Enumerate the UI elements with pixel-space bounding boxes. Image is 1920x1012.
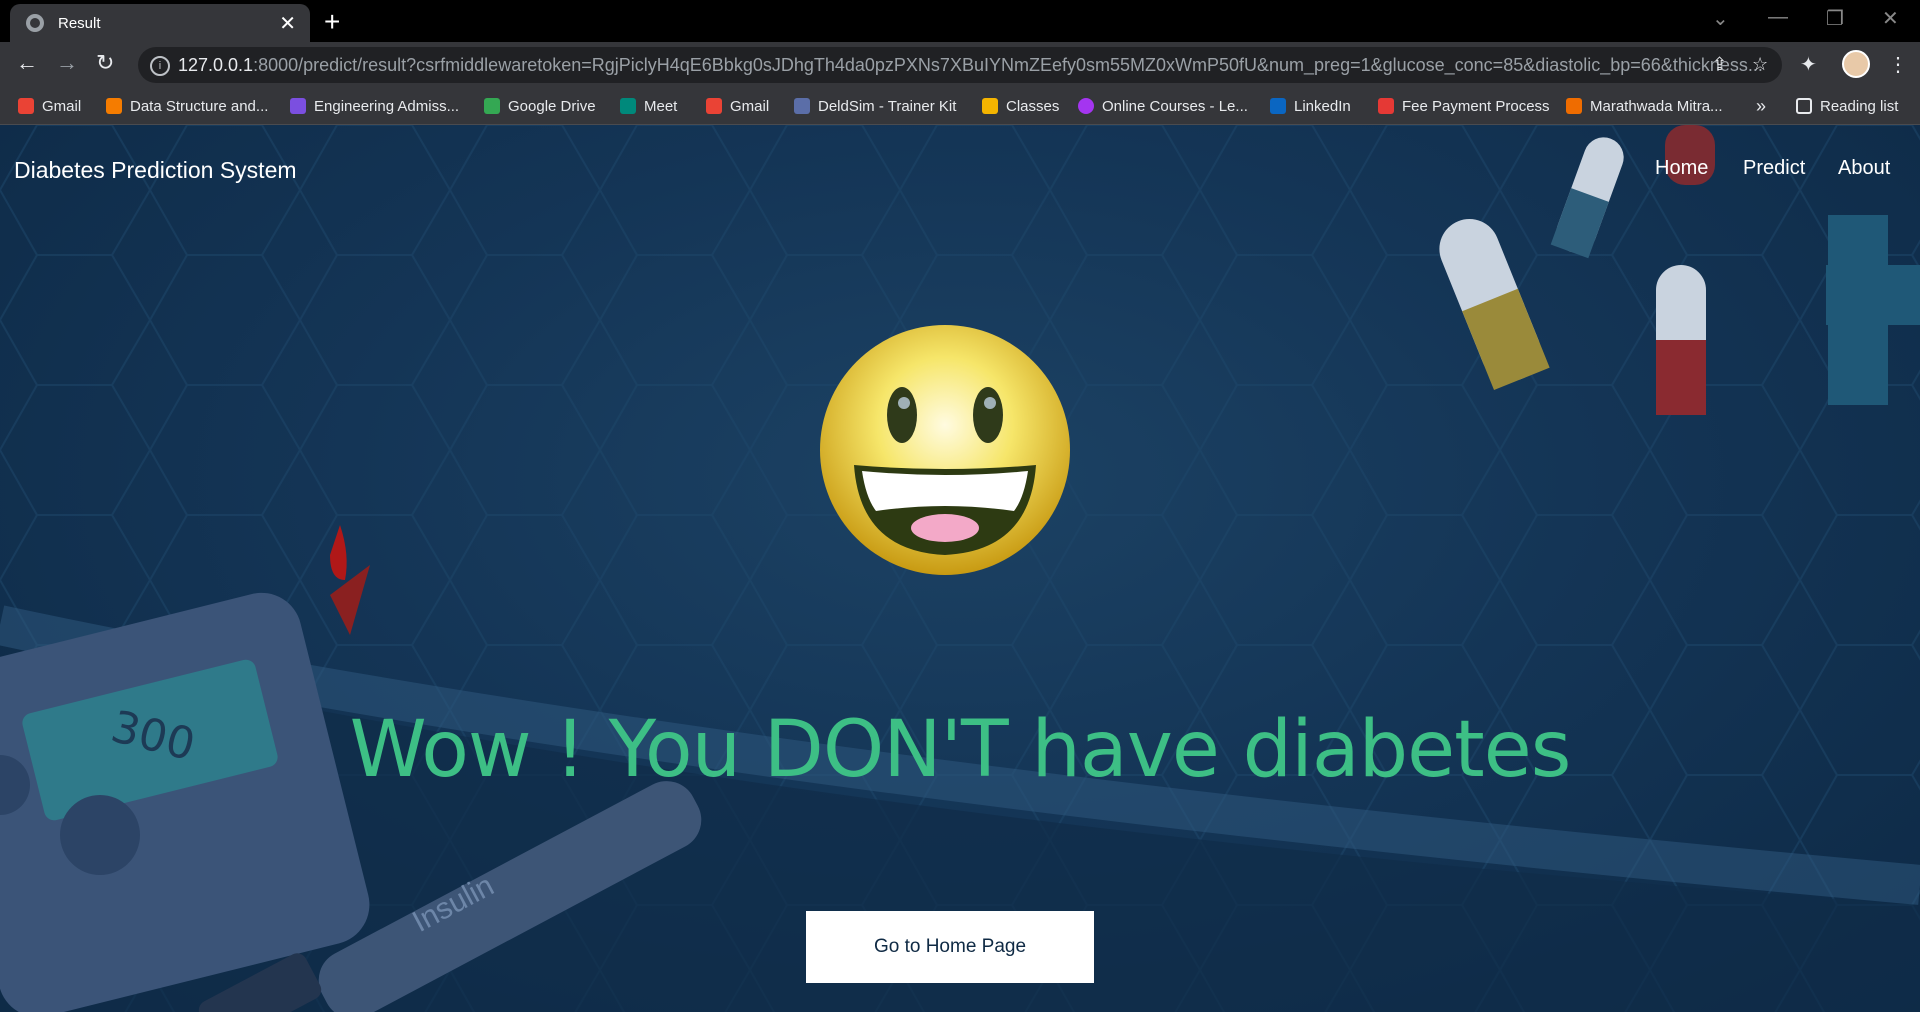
bookmark-label: Data Structure and... [130,97,269,115]
udemy-icon [1078,98,1094,114]
reload-button[interactable]: ↻ [96,50,114,76]
bookmarks-overflow-button[interactable]: » [1756,88,1766,124]
document-icon [1378,98,1394,114]
browser-tab[interactable]: Result ✕ [10,4,310,42]
site-info-icon[interactable]: i [150,56,170,76]
list-icon [290,98,306,114]
go-to-home-button[interactable]: Go to Home Page [806,911,1094,983]
bookmark-label: LinkedIn [1294,97,1351,115]
close-window-icon[interactable]: ✕ [1882,6,1899,31]
drive-icon [484,98,500,114]
bookmark-label: Meet [644,97,678,115]
blogger-icon [106,98,122,114]
tab-strip: Result ✕ + ⌄ — ❐ ✕ [0,0,1920,42]
bookmark-linkedin[interactable]: LinkedIn [1270,88,1351,124]
bookmark-star-icon[interactable]: ☆ [1752,54,1768,75]
bookmark-label: Online Courses - Le... [1102,97,1248,115]
bookmark-label: Gmail [42,97,82,115]
nav-about[interactable]: About [1838,157,1890,180]
deldsim-icon [794,98,810,114]
menu-icon[interactable]: ⋮ [1888,52,1908,77]
bookmark-label: Gmail [730,97,770,115]
forward-button[interactable]: → [56,50,78,76]
bookmark-data-structure[interactable]: Data Structure and... [106,88,268,124]
profile-avatar[interactable] [1842,50,1870,78]
bookmark-google-drive[interactable]: Google Drive [484,88,596,124]
back-button[interactable]: ← [16,50,38,76]
bookmark-label: DeldSim - Trainer Kit [818,97,957,115]
bookmark-fee-payment[interactable]: Fee Payment Process [1378,88,1550,124]
reading-list-button[interactable]: Reading list [1796,88,1898,124]
nav-predict[interactable]: Predict [1743,157,1805,180]
tab-search-icon[interactable]: ⌄ [1712,6,1729,31]
globe-icon [26,14,44,32]
bookmark-marathwada[interactable]: Marathwada Mitra... [1566,88,1723,124]
reading-list-label: Reading list [1820,97,1899,115]
new-tab-button[interactable]: + [324,6,340,38]
bookmark-deldsim[interactable]: DeldSim - Trainer Kit [794,88,956,124]
mitra-icon [1566,98,1582,114]
bookmark-label: Marathwada Mitra... [1590,97,1723,115]
browser-toolbar: ← → ↻ i 127.0.0.1:8000/predict/result?cs… [0,42,1920,88]
share-icon[interactable]: ⇪ [1712,54,1727,75]
bookmarks-bar: Gmail Data Structure and... Engineering … [0,88,1920,125]
reading-list-icon [1796,98,1812,114]
bookmark-online-courses[interactable]: Online Courses - Le... [1078,88,1248,124]
result-headline: Wow ! You DON'T have diabetes [349,705,1572,795]
address-bar[interactable]: i 127.0.0.1:8000/predict/result?csrfmidd… [138,47,1782,83]
url-host: 127.0.0.1 [178,55,254,75]
tab-title: Result [58,14,101,32]
bookmark-gmail-2[interactable]: Gmail [706,88,769,124]
classroom-icon [982,98,998,114]
bookmark-classes[interactable]: Classes [982,88,1059,124]
bookmark-label: Fee Payment Process [1402,97,1550,115]
gmail-icon [706,98,722,114]
bookmark-label: Engineering Admiss... [314,97,460,115]
bookmark-meet[interactable]: Meet [620,88,677,124]
extensions-icon[interactable]: ✦ [1800,52,1817,77]
nav-home[interactable]: Home [1655,157,1708,180]
meet-icon [620,98,636,114]
bookmark-engineering[interactable]: Engineering Admiss... [290,88,459,124]
url-path: :8000/predict/result?csrfmiddlewaretoken… [253,55,1763,75]
smiling-face-icon [820,325,1070,575]
bookmark-label: Google Drive [508,97,596,115]
linkedin-icon [1270,98,1286,114]
brand-title[interactable]: Diabetes Prediction System [14,157,297,184]
restore-icon[interactable]: ❐ [1826,6,1844,31]
close-tab-icon[interactable]: ✕ [279,11,296,36]
minimize-icon[interactable]: — [1768,6,1788,29]
gmail-icon [18,98,34,114]
bookmark-gmail[interactable]: Gmail [18,88,81,124]
bookmark-label: Classes [1006,97,1060,115]
page-content: 300 Insulin Diabetes Prediction System H… [0,125,1920,1012]
